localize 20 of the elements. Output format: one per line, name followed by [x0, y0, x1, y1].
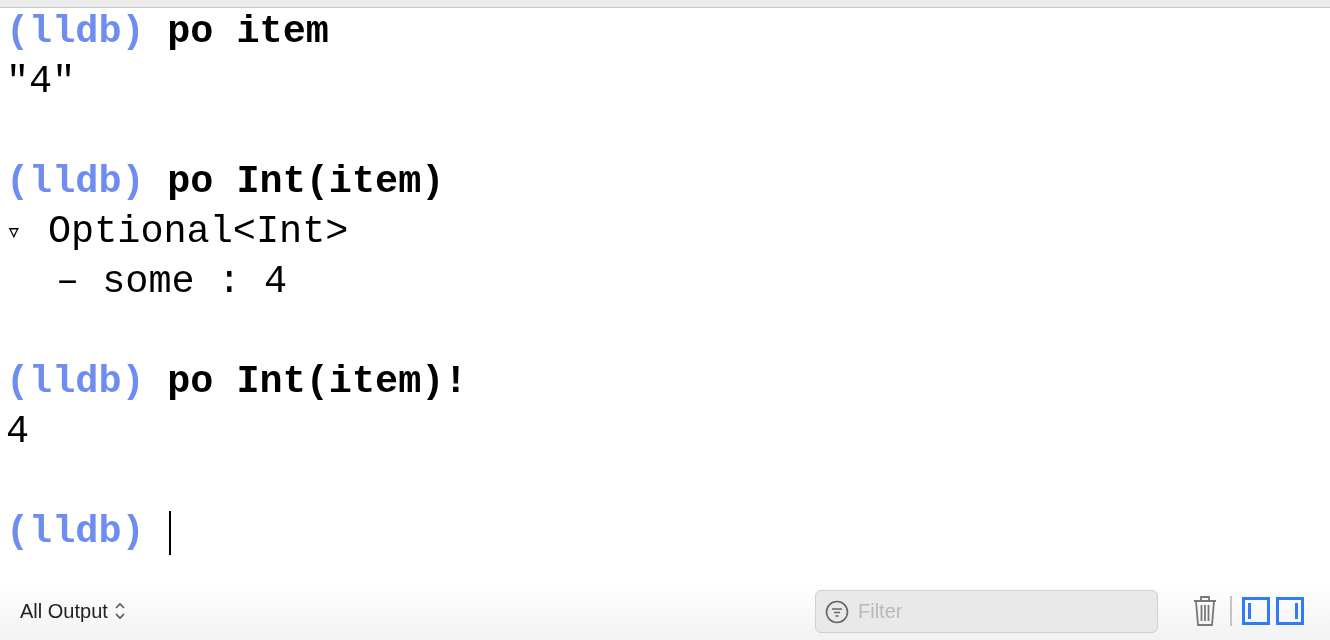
filter-icon	[825, 599, 849, 624]
command-text: po item	[167, 9, 329, 57]
panel-toggle[interactable]	[1276, 597, 1304, 625]
prompt-text: (lldb)	[6, 159, 145, 207]
panel-toggle[interactable]	[1242, 597, 1270, 625]
prompt-text: (lldb)	[6, 359, 145, 407]
output-text: 4	[6, 409, 30, 457]
command-text: po Int(item)!	[167, 359, 468, 407]
chevron-updown-icon	[113, 601, 126, 621]
right-panel-icon	[1276, 597, 1304, 625]
prompt-text: (lldb)	[6, 509, 145, 557]
left-panel-icon	[1242, 597, 1270, 625]
output-text: Optional<Int>	[48, 209, 349, 257]
trash-icon	[1192, 595, 1218, 627]
command-text: po Int(item)	[167, 159, 445, 207]
output-text: – some : 4	[56, 259, 288, 307]
disclosure-toggle[interactable]: ▿	[6, 213, 48, 253]
output-text: "4"	[6, 59, 76, 107]
prompt-text: (lldb)	[6, 9, 145, 57]
scope-selector[interactable]: All Output	[20, 596, 126, 626]
